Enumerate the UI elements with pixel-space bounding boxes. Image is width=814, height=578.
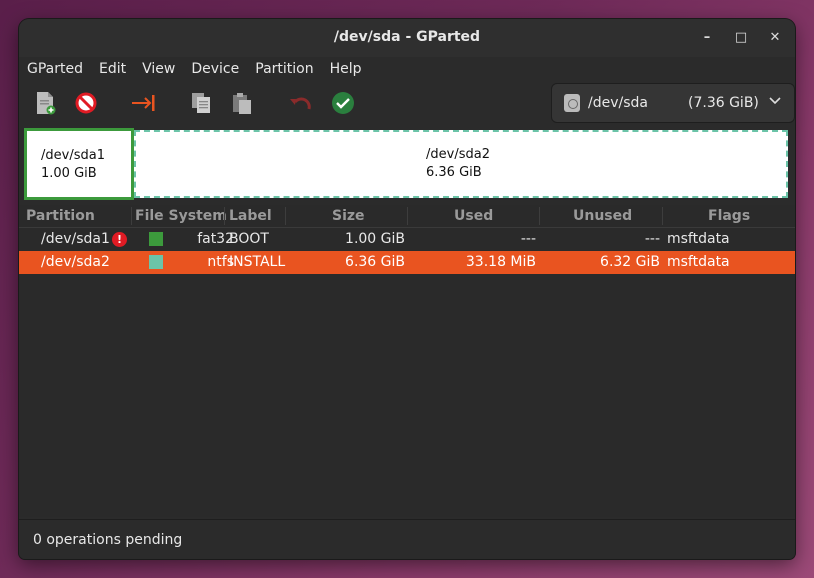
resize-move-icon[interactable] bbox=[130, 89, 158, 117]
new-partition-icon[interactable] bbox=[31, 89, 59, 117]
row-label: BOOT bbox=[229, 231, 269, 247]
column-file-system[interactable]: File System bbox=[135, 208, 227, 224]
status-text: 0 operations pending bbox=[33, 532, 183, 548]
copy-icon[interactable] bbox=[187, 89, 215, 117]
row-partition: /dev/sda1 bbox=[41, 231, 110, 247]
gparted-window: /dev/sda - GParted – □ ✕ GParted Edit Vi… bbox=[19, 19, 795, 559]
column-size[interactable]: Size bbox=[332, 208, 365, 224]
row-label: INSTALL bbox=[229, 254, 286, 270]
device-name: /dev/sda bbox=[588, 95, 648, 111]
column-used[interactable]: Used bbox=[454, 208, 493, 224]
status-bar: 0 operations pending bbox=[19, 519, 795, 559]
row-used: --- bbox=[520, 231, 536, 247]
paste-icon[interactable] bbox=[228, 89, 256, 117]
table-row[interactable]: /dev/sda1 ! fat32 BOOT 1.00 GiB --- --- … bbox=[19, 228, 795, 251]
delete-icon[interactable] bbox=[72, 89, 100, 117]
row-flags: msftdata bbox=[667, 254, 730, 270]
column-partition[interactable]: Partition bbox=[26, 208, 95, 224]
row-unused: --- bbox=[644, 231, 660, 247]
close-button[interactable]: ✕ bbox=[765, 28, 785, 48]
menu-device[interactable]: Device bbox=[191, 57, 247, 81]
device-selector[interactable]: /dev/sda (7.36 GiB) bbox=[551, 83, 795, 123]
drive-icon bbox=[564, 94, 580, 112]
table-row-selected[interactable]: /dev/sda2 ntfs INSTALL 6.36 GiB 33.18 Mi… bbox=[19, 251, 795, 274]
minimize-button[interactable]: – bbox=[697, 28, 717, 48]
menu-edit[interactable]: Edit bbox=[99, 57, 134, 81]
column-flags[interactable]: Flags bbox=[708, 208, 750, 224]
column-unused[interactable]: Unused bbox=[573, 208, 632, 224]
window-title: /dev/sda - GParted bbox=[333, 29, 481, 45]
undo-icon[interactable] bbox=[286, 89, 314, 117]
row-size: 1.00 GiB bbox=[345, 231, 405, 247]
device-size: (7.36 GiB) bbox=[688, 95, 759, 111]
menu-view[interactable]: View bbox=[142, 57, 183, 81]
partition-block-sda2[interactable]: /dev/sda2 6.36 GiB bbox=[134, 130, 788, 198]
partition-map: /dev/sda1 1.00 GiB /dev/sda2 6.36 GiB bbox=[24, 128, 790, 200]
partition-table: Partition File System Label Size Used Un… bbox=[19, 205, 795, 517]
partition-block-sda1[interactable]: /dev/sda1 1.00 GiB bbox=[24, 128, 134, 200]
filesystem-color-swatch bbox=[149, 232, 163, 246]
column-label[interactable]: Label bbox=[229, 208, 272, 224]
partition-block-size: 6.36 GiB bbox=[426, 165, 482, 180]
partition-block-name: /dev/sda1 bbox=[41, 148, 105, 163]
filesystem-color-swatch bbox=[149, 255, 163, 269]
menu-bar: GParted Edit View Device Partition Help bbox=[19, 57, 795, 81]
apply-icon[interactable] bbox=[329, 89, 357, 117]
row-used: 33.18 MiB bbox=[465, 254, 536, 270]
menu-help[interactable]: Help bbox=[330, 57, 370, 81]
row-flags: msftdata bbox=[667, 231, 730, 247]
partition-block-size: 1.00 GiB bbox=[41, 166, 97, 181]
menu-gparted[interactable]: GParted bbox=[27, 57, 91, 81]
partition-block-name: /dev/sda2 bbox=[426, 147, 490, 162]
chevron-down-icon bbox=[768, 93, 782, 111]
row-size: 6.36 GiB bbox=[345, 254, 405, 270]
maximize-button[interactable]: □ bbox=[731, 28, 751, 48]
warning-icon: ! bbox=[112, 232, 127, 247]
table-header: Partition File System Label Size Used Un… bbox=[19, 205, 795, 228]
row-unused: 6.32 GiB bbox=[600, 254, 660, 270]
row-partition: /dev/sda2 bbox=[41, 254, 110, 270]
title-bar: /dev/sda - GParted – □ ✕ bbox=[19, 19, 795, 57]
menu-partition[interactable]: Partition bbox=[255, 57, 321, 81]
